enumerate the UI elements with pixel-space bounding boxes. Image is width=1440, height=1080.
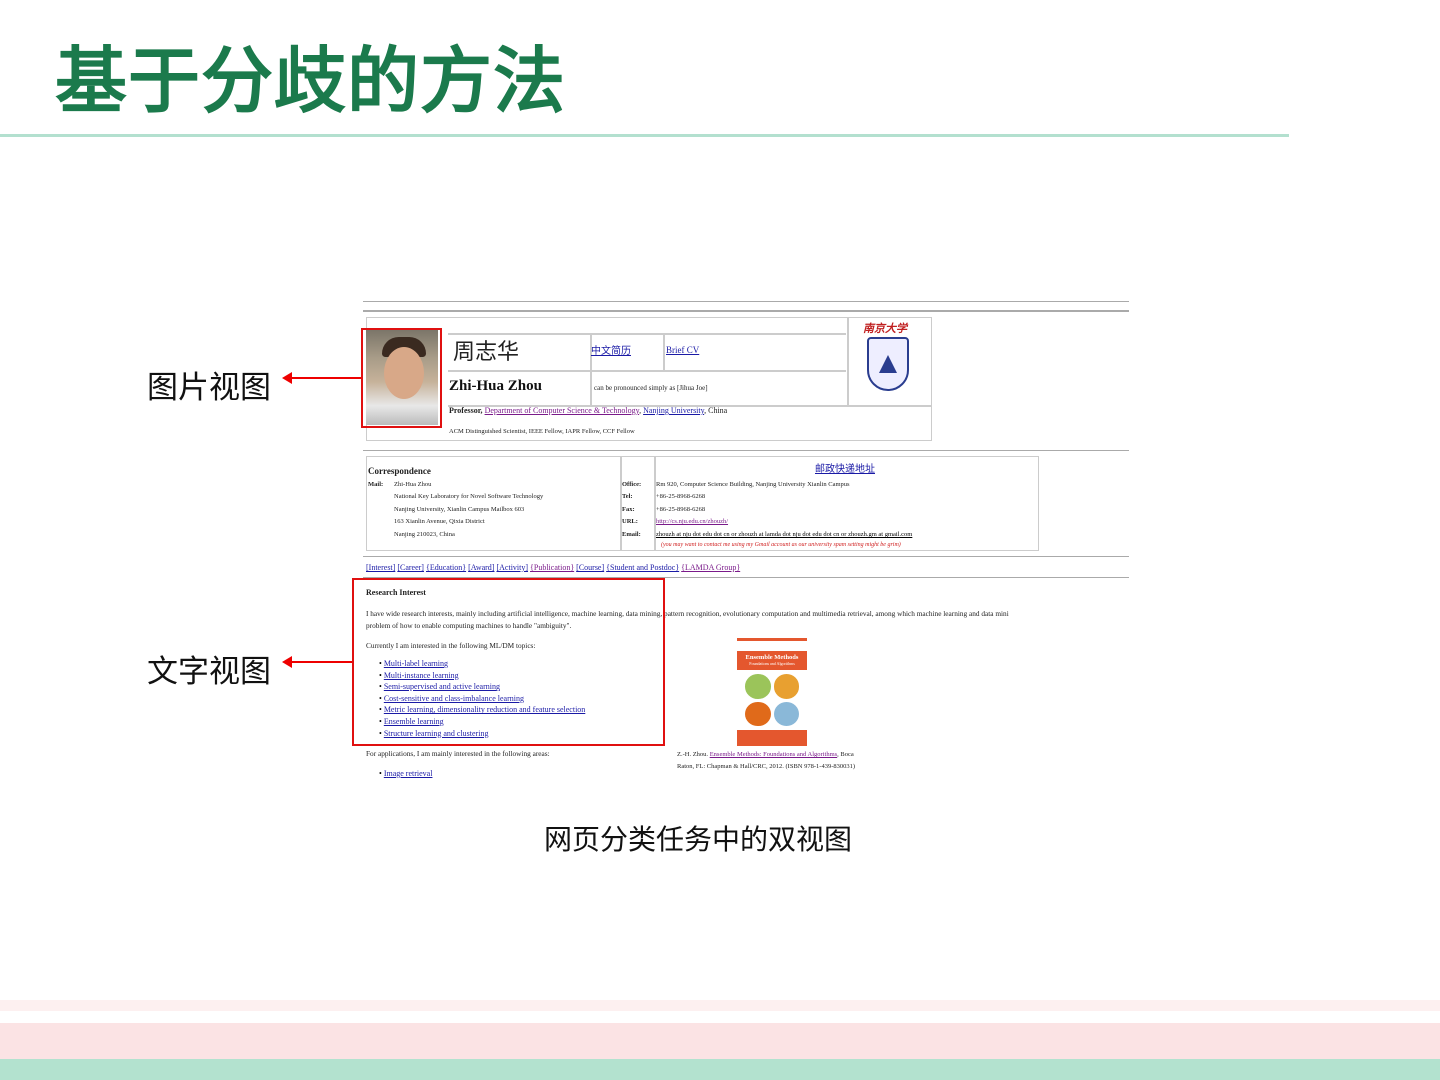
country: , China [704, 406, 728, 415]
nav-student[interactable]: {Student and Postdoc} [606, 563, 679, 572]
pronunciation: can be pronounced simply as [Jihua Joe] [594, 384, 708, 392]
slide-title: 基于分歧的方法 [55, 39, 567, 123]
postal-address-link[interactable]: 邮政快递地址 [815, 460, 875, 475]
nav-activity[interactable]: [Activity] [496, 563, 528, 572]
book-ref-publisher: , Boca [837, 751, 854, 758]
name-chinese: 周志华 [453, 340, 520, 365]
professor-title: Professor, [449, 406, 483, 415]
nav-course[interactable]: [Course] [576, 563, 604, 572]
url-label: URL: [622, 518, 638, 525]
tel-value: +86-25-8968-6268 [656, 493, 706, 500]
webpage-screenshot: 周志华 中文简历 Brief CV Zhi-Hua Zhou can be pr… [352, 300, 1129, 782]
homepage-url-link[interactable]: http://cs.nju.edu.cn/zhouzh/ [656, 516, 728, 528]
book-title: Ensemble Methods [745, 654, 799, 661]
nav-lamda[interactable]: {LAMDA Group} [681, 563, 740, 572]
email-note: (you may want to contact me using my Gma… [661, 542, 901, 548]
mail-line: Nanjing 210023, China [394, 531, 455, 538]
mail-line: National Key Laboratory for Novel Softwa… [394, 493, 544, 500]
mail-line: Zhi-Hua Zhou [394, 481, 432, 488]
book-tree-illustration [737, 670, 807, 730]
professor-line: Professor, Department of Computer Scienc… [449, 406, 728, 415]
book-ref-author: Z.-H. Zhou. [677, 751, 709, 758]
book-reference: Z.-H. Zhou. Ensemble Methods: Foundation… [677, 749, 854, 761]
chinese-cv-link[interactable]: 中文简历 [591, 342, 631, 357]
tel-label: Tel: [622, 493, 633, 500]
brief-cv-link[interactable]: Brief CV [666, 345, 699, 355]
mail-line: Nanjing University, Xianlin Campus Mailb… [394, 506, 525, 513]
book-reference-line2: Raton, FL: Chapman & Hall/CRC, 2012. (IS… [677, 763, 856, 770]
correspondence-heading: Correspondence [368, 466, 431, 476]
fellowships: ACM Distinguished Scientist, IEEE Fellow… [449, 428, 635, 435]
apps-list: Image retrieval [379, 768, 433, 780]
footer-stripe-green [0, 1059, 1440, 1080]
book-link[interactable]: Ensemble Methods: Foundations and Algori… [710, 751, 837, 758]
fax-value: +86-25-8968-6268 [656, 506, 706, 513]
nav-publication[interactable]: {Publication} [530, 563, 574, 572]
email-label: Email: [622, 531, 641, 538]
footer-stripe-pink [0, 1023, 1440, 1059]
text-view-highlight [352, 578, 665, 746]
department-link[interactable]: Department of Computer Science & Technol… [485, 406, 640, 415]
text-view-label: 文字视图 [147, 654, 271, 690]
app-link[interactable]: Image retrieval [384, 769, 433, 778]
university-logo-text: 南京大学 [863, 323, 907, 335]
mail-line: 163 Xianlin Avenue, Qixia District [394, 518, 485, 525]
image-view-arrow [282, 372, 362, 384]
figure-caption: 网页分类任务中的双视图 [543, 823, 852, 856]
mail-label: Mail: [368, 481, 384, 488]
university-link[interactable]: Nanjing University [643, 406, 704, 415]
image-view-label: 图片视图 [147, 370, 271, 406]
office-value: Rm 920, Computer Science Building, Nanji… [656, 481, 850, 488]
fax-label: Fax: [622, 506, 635, 513]
name-english: Zhi-Hua Zhou [449, 378, 542, 394]
nav-career[interactable]: [Career] [397, 563, 424, 572]
apps-intro: For applications, I am mainly interested… [366, 749, 550, 758]
nav-award[interactable]: [Award] [468, 563, 494, 572]
text-view-arrow [282, 656, 353, 668]
book-cover[interactable]: Ensemble Methods Foundations and Algorit… [737, 638, 807, 746]
nav-interest[interactable]: [Interest] [366, 563, 395, 572]
footer-stripe-light [0, 1000, 1440, 1011]
university-emblem-icon [867, 337, 909, 391]
section-nav: [Interest] [Career] {Education} [Award] … [366, 562, 740, 574]
image-view-highlight [361, 328, 442, 428]
nav-education[interactable]: {Education} [426, 563, 466, 572]
office-label: Office: [622, 481, 642, 488]
book-subtitle: Foundations and Algorithms [749, 661, 795, 666]
title-divider [0, 134, 1289, 137]
